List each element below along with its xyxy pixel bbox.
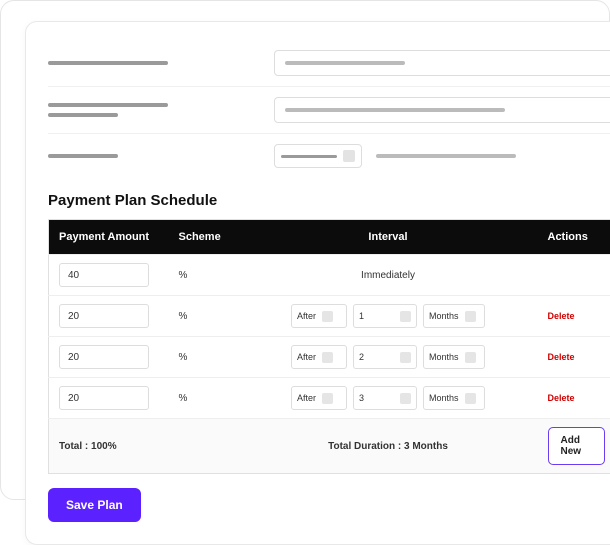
window-frame: Payment Plan Schedule Payment Amount Sch… <box>0 0 610 500</box>
table-row: 20 % After 2 Months <box>49 337 610 378</box>
amount-input[interactable]: 20 <box>59 304 149 328</box>
form-row-3 <box>48 134 610 178</box>
card-panel: Payment Plan Schedule Payment Amount Sch… <box>25 21 610 545</box>
table-row: 20 % After 1 Months <box>49 296 610 337</box>
table-row: 20 % After 3 Months <box>49 378 610 419</box>
amount-input[interactable]: 20 <box>59 386 149 410</box>
col-header-actions: Actions <box>538 220 610 255</box>
col-header-amount: Payment Amount <box>49 220 169 255</box>
unit-select[interactable]: Months <box>423 304 485 328</box>
chevron-down-icon <box>400 393 411 404</box>
form-row-2 <box>48 87 610 134</box>
helper-text-placeholder <box>376 154 516 158</box>
text-input-placeholder[interactable] <box>274 97 610 123</box>
col-header-interval: Interval <box>239 220 538 255</box>
chevron-down-icon <box>322 393 333 404</box>
save-plan-button[interactable]: Save Plan <box>48 488 141 522</box>
form-row-1 <box>48 40 610 87</box>
delete-button[interactable]: Delete <box>548 352 575 362</box>
text-input-placeholder[interactable] <box>274 50 610 76</box>
delete-button[interactable]: Delete <box>548 311 575 321</box>
unit-select[interactable]: Months <box>423 386 485 410</box>
chevron-down-icon <box>400 311 411 322</box>
interval-value-input[interactable]: 3 <box>353 386 417 410</box>
chevron-down-icon <box>322 352 333 363</box>
schedule-table: Payment Amount Scheme Interval Actions 4… <box>48 219 610 474</box>
field-label-placeholder <box>48 154 248 158</box>
scheme-cell: % <box>169 337 239 378</box>
interval-value-input[interactable]: 2 <box>353 345 417 369</box>
interval-cell: Immediately <box>239 255 538 296</box>
timing-select[interactable]: After <box>291 304 347 328</box>
total-label: Total : 100% <box>49 419 169 474</box>
chevron-down-icon <box>465 352 476 363</box>
field-label-placeholder <box>48 103 248 117</box>
chevron-down-icon <box>400 352 411 363</box>
chevron-down-icon <box>465 393 476 404</box>
interval-value-input[interactable]: 1 <box>353 304 417 328</box>
add-new-button[interactable]: Add New <box>548 427 606 465</box>
table-footer-row: Total : 100% Total Duration : 3 Months A… <box>49 419 610 474</box>
amount-input[interactable]: 20 <box>59 345 149 369</box>
chevron-down-icon <box>465 311 476 322</box>
timing-select[interactable]: After <box>291 386 347 410</box>
delete-button[interactable]: Delete <box>548 393 575 403</box>
scheme-cell: % <box>169 378 239 419</box>
select-placeholder[interactable] <box>274 144 362 168</box>
section-title: Payment Plan Schedule <box>48 192 610 209</box>
chevron-down-icon <box>322 311 333 322</box>
scheme-cell: % <box>169 296 239 337</box>
unit-select[interactable]: Months <box>423 345 485 369</box>
timing-select[interactable]: After <box>291 345 347 369</box>
scheme-cell: % <box>169 255 239 296</box>
duration-label: Total Duration : 3 Months <box>239 419 538 474</box>
col-header-scheme: Scheme <box>169 220 239 255</box>
table-row: 40 % Immediately <box>49 255 610 296</box>
chevron-down-icon <box>343 150 355 162</box>
field-label-placeholder <box>48 61 248 65</box>
amount-input[interactable]: 40 <box>59 263 149 287</box>
